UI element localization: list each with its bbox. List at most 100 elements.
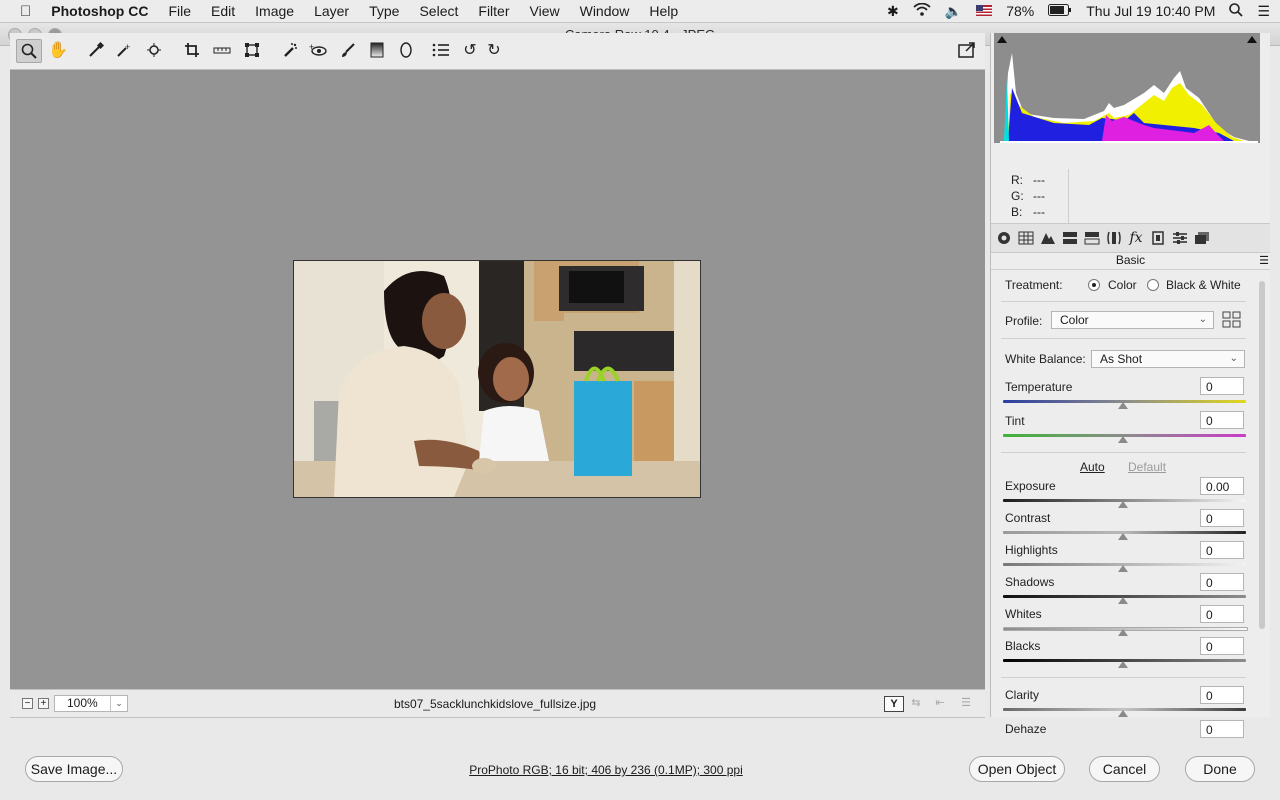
menu-window[interactable]: Window (580, 3, 630, 19)
preferences-list-icon[interactable] (429, 39, 453, 61)
svg-text:+: + (309, 43, 314, 52)
temperature-slider-thumb[interactable] (1118, 402, 1128, 409)
cancel-button[interactable]: Cancel (1089, 756, 1160, 782)
volume-icon[interactable]: 🔈 (945, 3, 962, 20)
image-preview[interactable] (293, 260, 701, 498)
highlight-clipping-warning-icon[interactable] (1247, 36, 1257, 43)
red-eye-removal-tool-icon[interactable]: + (306, 39, 330, 61)
treatment-color-radio[interactable] (1088, 279, 1100, 291)
chevron-down-icon: ⌄ (1229, 353, 1238, 364)
profile-browser-grid-icon[interactable] (1222, 311, 1242, 332)
full-screen-toggle-icon[interactable] (955, 39, 979, 61)
whites-label: Whites (1005, 607, 1042, 621)
highlights-slider-thumb[interactable] (1118, 565, 1128, 572)
panel-scrollbar[interactable] (1259, 281, 1265, 629)
targeted-adjustment-tool-icon[interactable] (142, 39, 166, 61)
spot-removal-tool-icon[interactable] (278, 39, 302, 61)
exposure-input[interactable]: 0.00 (1200, 477, 1244, 495)
menu-type[interactable]: Type (369, 3, 399, 19)
flag-icon[interactable] (976, 3, 993, 19)
swap-settings-icon[interactable]: ⇆ (908, 696, 924, 710)
menu-app-name[interactable]: Photoshop CC (51, 3, 148, 19)
battery-icon[interactable] (1048, 3, 1072, 19)
preview-preferences-icon[interactable]: ☰ (958, 696, 974, 710)
color-sampler-tool-icon[interactable]: + (112, 39, 136, 61)
hand-tool-icon[interactable]: ✋ (46, 39, 70, 61)
split-toning-tab-icon[interactable] (1083, 229, 1101, 247)
clarity-slider-thumb[interactable] (1118, 710, 1128, 717)
default-button[interactable]: Default (1128, 460, 1166, 474)
whites-input[interactable]: 0 (1200, 605, 1244, 623)
white-balance-label: White Balance: (1005, 352, 1086, 366)
open-object-button[interactable]: Open Object (969, 756, 1065, 782)
dehaze-input[interactable]: 0 (1200, 720, 1244, 738)
highlights-label: Highlights (1005, 543, 1058, 557)
temperature-label: Temperature (1005, 380, 1073, 394)
effects-tab-icon[interactable]: fx (1127, 229, 1145, 247)
presets-tab-icon[interactable] (1171, 229, 1189, 247)
contrast-input[interactable]: 0 (1200, 509, 1244, 527)
white-balance-value: As Shot (1100, 352, 1143, 366)
menu-filter[interactable]: Filter (478, 3, 509, 19)
rotate-right-icon[interactable]: ↻ (482, 39, 506, 61)
basic-tab-icon[interactable] (995, 229, 1013, 247)
exposure-slider-thumb[interactable] (1118, 501, 1128, 508)
menu-layer[interactable]: Layer (314, 3, 349, 19)
radial-filter-icon[interactable] (394, 39, 418, 61)
calibration-tab-icon[interactable] (1149, 229, 1167, 247)
profile-select[interactable]: Color ⌄ (1051, 311, 1214, 329)
shadows-input[interactable]: 0 (1200, 573, 1244, 591)
contrast-slider-thumb[interactable] (1118, 533, 1128, 540)
adjustment-brush-icon[interactable] (336, 39, 360, 61)
menu-edit[interactable]: Edit (211, 3, 235, 19)
spotlight-search-icon[interactable] (1229, 2, 1244, 20)
straighten-tool-icon[interactable] (210, 39, 234, 61)
menu-help[interactable]: Help (649, 3, 678, 19)
menu-select[interactable]: Select (419, 3, 458, 19)
auto-button[interactable]: Auto (1080, 460, 1105, 474)
graduated-filter-icon[interactable] (365, 39, 389, 61)
image-preview-area[interactable] (10, 70, 985, 689)
temperature-input[interactable]: 0 (1200, 377, 1244, 395)
lens-corrections-tab-icon[interactable] (1105, 229, 1123, 247)
detail-tab-icon[interactable] (1039, 229, 1057, 247)
blacks-slider-thumb[interactable] (1118, 661, 1128, 668)
menu-image[interactable]: Image (255, 3, 294, 19)
shadow-clipping-warning-icon[interactable] (997, 36, 1007, 43)
white-balance-tool-icon[interactable] (84, 39, 108, 61)
whites-slider-thumb[interactable] (1118, 629, 1128, 636)
zoom-tool-icon[interactable] (16, 39, 42, 63)
highlights-input[interactable]: 0 (1200, 541, 1244, 559)
menu-view[interactable]: View (530, 3, 560, 19)
wifi-icon[interactable] (913, 2, 931, 19)
battery-percent: 78% (1006, 3, 1035, 19)
panel-menu-icon[interactable]: ☰ (1259, 254, 1269, 267)
transform-tool-icon[interactable] (240, 39, 264, 61)
apple-icon[interactable]:  (20, 3, 31, 20)
treatment-color-label[interactable]: Color (1108, 278, 1137, 292)
done-button[interactable]: Done (1185, 756, 1255, 782)
clarity-input[interactable]: 0 (1200, 686, 1244, 704)
shadows-slider-thumb[interactable] (1118, 597, 1128, 604)
tone-curve-tab-icon[interactable] (1017, 229, 1035, 247)
exposure-label: Exposure (1005, 479, 1056, 493)
tint-slider-thumb[interactable] (1118, 436, 1128, 443)
white-balance-select[interactable]: As Shot ⌄ (1091, 350, 1245, 368)
treatment-bw-label[interactable]: Black & White (1166, 278, 1241, 292)
tint-input[interactable]: 0 (1200, 411, 1244, 429)
rotate-left-icon[interactable]: ↺ (458, 39, 482, 61)
dehaze-label: Dehaze (1005, 722, 1047, 736)
before-after-toggle-icon[interactable]: Y (884, 696, 904, 712)
snapshots-tab-icon[interactable] (1193, 229, 1211, 247)
treatment-bw-radio[interactable] (1147, 279, 1159, 291)
clock[interactable]: Thu Jul 19 10:40 PM (1086, 3, 1215, 19)
g-value: --- (1033, 189, 1045, 203)
crop-tool-icon[interactable] (180, 39, 204, 61)
profile-label: Profile: (1005, 314, 1043, 328)
hsl-tab-icon[interactable] (1061, 229, 1079, 247)
copy-settings-icon[interactable]: ⇤ (932, 696, 948, 710)
blacks-input[interactable]: 0 (1200, 637, 1244, 655)
notification-center-icon[interactable]: ☰ (1257, 3, 1270, 20)
bluetooth-icon[interactable]: ✱ (887, 3, 899, 20)
menu-file[interactable]: File (168, 3, 191, 19)
